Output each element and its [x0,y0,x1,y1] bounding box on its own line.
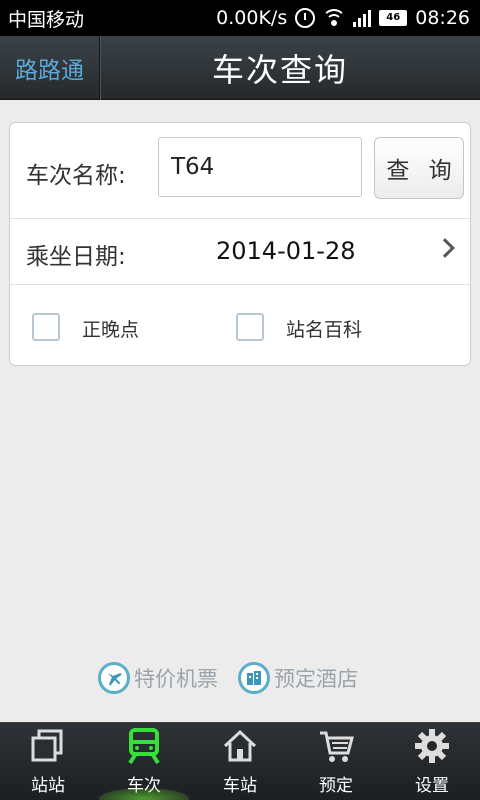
bottom-tab-bar: 站站 车次 车站 预定 设置 [0,722,480,800]
flight-link[interactable]: 特价机票 [98,662,218,694]
flight-link-label: 特价机票 [134,667,218,691]
train-name-row: 车次名称: 查 询 [10,123,470,219]
tab-label: 站站 [31,776,65,796]
query-form-card: 车次名称: 查 询 乘坐日期: 2014-01-28 正晚点 站名百科 [9,122,471,366]
ontime-label: 正晚点 [82,319,140,341]
train-name-input[interactable] [158,137,362,197]
alarm-icon [295,8,316,28]
travel-date-row[interactable]: 乘坐日期: 2014-01-28 [10,219,470,285]
promo-links: 特价机票 预定酒店 [98,662,358,694]
hotel-link-label: 预定酒店 [274,667,358,691]
gear-icon [413,727,451,765]
copy-windows-icon [29,727,67,765]
tab-label: 车次 [127,776,161,796]
tab-label: 预定 [319,776,353,796]
travel-date-label: 乘坐日期: [26,244,126,270]
back-button[interactable]: 路路通 [0,35,100,100]
tab-booking[interactable]: 预定 [288,723,384,800]
station-wiki-label: 站名百科 [286,319,363,341]
station-wiki-checkbox[interactable] [236,313,264,341]
train-icon [125,727,163,765]
ontime-checkbox[interactable] [32,313,60,341]
page-title: 车次查询 [211,50,348,89]
cart-icon [317,727,355,765]
tab-station-to-station[interactable]: 站站 [0,723,96,800]
carrier-name: 中国移动 [8,8,85,31]
train-name-label: 车次名称: [26,163,126,189]
battery-icon: 46 [379,10,408,26]
tab-station[interactable]: 车站 [192,723,288,800]
tab-label: 设置 [415,776,449,796]
wifi-icon [323,9,346,27]
network-speed: 0.00K/s [216,7,288,29]
building-icon [238,662,270,694]
hotel-link[interactable]: 预定酒店 [238,662,358,694]
tab-train-number[interactable]: 车次 [96,723,192,800]
title-bar: 路路通 车次查询 [0,35,480,100]
status-bar: 中国移动 0.00K/s 46 08:26 [0,0,480,36]
tab-label: 车站 [223,776,257,796]
house-icon [221,727,259,765]
airplane-icon [98,662,130,694]
signal-icon [353,9,372,27]
tab-settings[interactable]: 设置 [384,723,480,800]
chevron-right-icon [435,238,455,258]
query-button[interactable]: 查 询 [374,137,464,199]
travel-date-value: 2014-01-28 [216,237,356,265]
clock: 08:26 [415,7,470,29]
options-row: 正晚点 站名百科 [10,285,470,367]
